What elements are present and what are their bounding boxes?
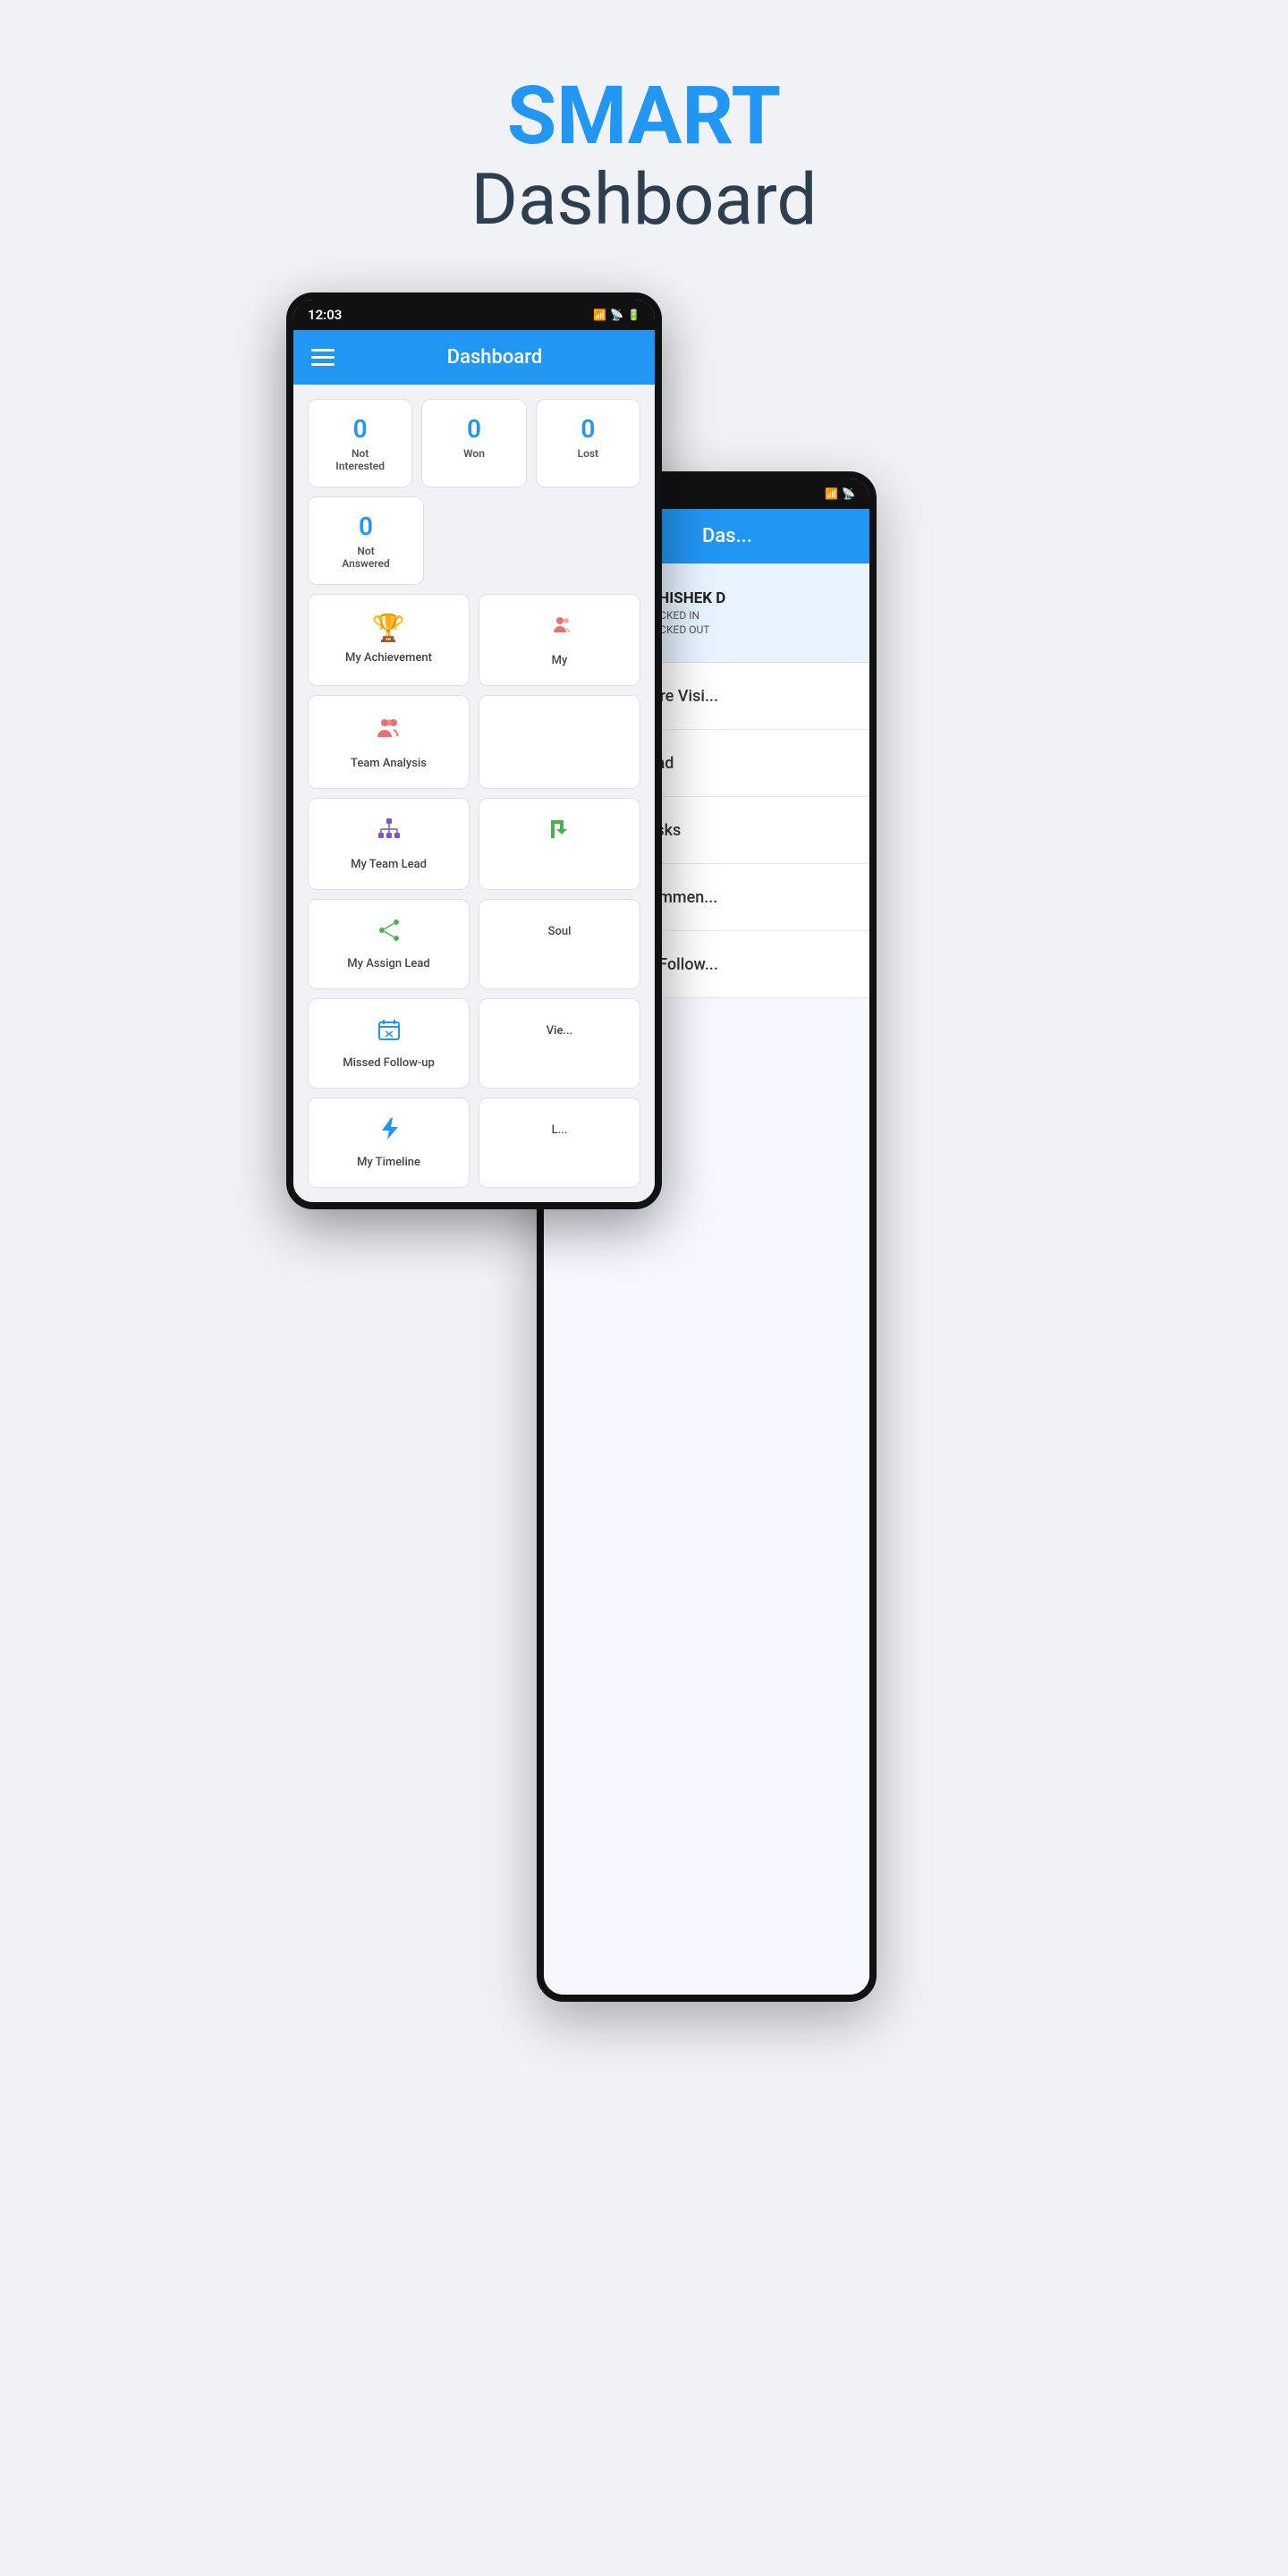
lightning-icon [318,1116,460,1148]
menu-partial-2[interactable] [479,695,640,789]
back-status-icons: 📶 📡 [825,487,855,500]
menu-team-analysis[interactable]: Team Analysis [308,695,470,789]
my-partial-label: My [488,654,631,667]
front-app-header: Dashboard [293,330,655,385]
missed-followup-label: Missed Follow-up [318,1056,460,1070]
stats-row-1: 0 NotInterested 0 Won 0 Lost [308,399,640,487]
my-timeline-label: My Timeline [318,1156,460,1169]
menu-soul[interactable]: Soul [479,899,640,989]
front-app-title: Dashboard [352,346,637,369]
front-status-icons: 📶 📡 🔋 [593,309,640,321]
dashboard-content: 0 NotInterested 0 Won 0 Lost 0 NotAnswer… [293,385,655,1202]
front-status-bar: 12:03 📶 📡 🔋 [293,300,655,330]
org-icon [318,817,460,851]
signal-icon: 📡 [842,487,855,500]
user-name: ABHISHEK D [639,589,852,607]
stat-not-interested[interactable]: 0 NotInterested [308,399,412,487]
stat-won-value: 0 [431,414,516,444]
stat-lost-label: Lost [546,447,631,460]
page-title-smart: SMART [471,72,818,160]
signal-icon: 📡 [610,309,623,321]
phone-front: 12:03 📶 📡 🔋 Dashboard 0 NotInterested [286,292,662,1209]
stats-row-2: 0 NotAnswered [308,496,640,585]
menu-my-team-lead[interactable]: My Team Lead [308,798,470,890]
phones-container: 12:01 📶 📡 Das... ABH [286,292,1002,2260]
share-icon [318,918,460,950]
menu-my-achievement[interactable]: 🏆 My Achievement [308,594,470,686]
stat-won-label: Won [431,447,516,460]
stat-not-answered[interactable]: 0 NotAnswered [308,496,424,585]
stat-not-answered-label: NotAnswered [318,545,414,570]
partial-icon [488,613,631,647]
my-assign-lead-label: My Assign Lead [318,957,460,970]
view-label: Vie... [488,1024,631,1038]
stat-not-answered-value: 0 [318,512,414,541]
team-analysis-label: Team Analysis [318,757,460,770]
front-hamburger-icon[interactable] [311,349,335,366]
stat-won[interactable]: 0 Won [421,399,526,487]
stat-not-interested-label: NotInterested [318,447,402,472]
battery-icon: 🔋 [627,309,640,321]
menu-my-partial[interactable]: My [479,594,640,686]
menu-my-assign-lead[interactable]: My Assign Lead [308,899,470,989]
wifi-icon: 📶 [825,487,838,500]
user-info: ABHISHEK D CHECKED IN CHECKED OUT [639,589,852,636]
menu-missed-followup[interactable]: Missed Follow-up [308,998,470,1089]
menu-l-partial[interactable]: L... [479,1097,640,1188]
team-analysis-icon [318,714,460,750]
stat-not-interested-value: 0 [318,414,402,444]
notch [454,310,481,319]
menu-my-timeline[interactable]: My Timeline [308,1097,470,1188]
menu-grid: 🏆 My Achievement My [308,594,640,1188]
user-checked-in: CHECKED IN [639,609,852,622]
stat-lost-value: 0 [546,414,631,444]
my-team-lead-label: My Team Lead [318,858,460,871]
wifi-icon: 📶 [593,309,606,321]
trophy-icon: 🏆 [318,613,460,644]
calendar-x-icon [318,1017,460,1049]
menu-view-partial[interactable]: Vie... [479,998,640,1089]
page-title-dashboard: Dashboard [471,160,818,239]
front-time: 12:03 [308,307,342,323]
menu-assign-partial[interactable] [479,798,640,890]
my-achievement-label: My Achievement [318,651,460,665]
page-header: SMART Dashboard [471,72,818,239]
l-label: L... [488,1123,631,1137]
assign-partial-icon [488,817,631,849]
stat-lost[interactable]: 0 Lost [536,399,640,487]
user-checked-out: CHECKED OUT [639,623,852,636]
soul-label: Soul [488,925,631,938]
